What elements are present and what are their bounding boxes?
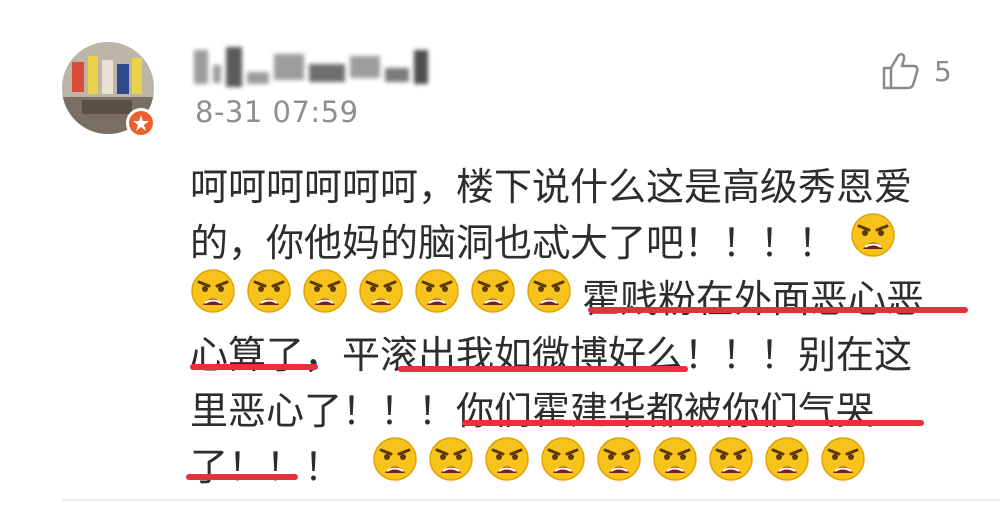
like-button[interactable]: 5 (880, 52, 952, 90)
like-count: 5 (934, 54, 952, 88)
angry-face-icon (246, 268, 292, 323)
highlight-underline (190, 364, 318, 370)
angry-face-icon (764, 436, 810, 491)
angry-face-icon (428, 436, 474, 491)
comment-line: 了！！！ (190, 434, 876, 492)
comment-line: 的，你他妈的脑洞也忒大了吧！！！！ (190, 210, 906, 268)
highlight-underline (588, 307, 968, 313)
angry-face-icon (820, 436, 866, 491)
angry-face-icon (484, 436, 530, 491)
angry-face-icon (540, 436, 586, 491)
angry-face-icon (652, 436, 698, 491)
comment-line: 霍贱粉在外面恶心恶 (190, 266, 924, 324)
username-blurred[interactable] (194, 44, 428, 90)
divider (62, 499, 1000, 501)
angry-face-icon (596, 436, 642, 491)
angry-face-icon (414, 268, 460, 323)
highlight-underline (398, 366, 688, 372)
angry-face-icon (358, 268, 404, 323)
angry-face-icon (470, 268, 516, 323)
angry-face-icon (708, 436, 754, 491)
angry-face-icon (526, 268, 572, 323)
verified-badge-icon (126, 108, 156, 138)
comment-line: 里恶心了！！！你们霍建华都被你们气哭 (190, 388, 875, 433)
comment-timestamp: 8-31 07:59 (195, 95, 359, 129)
highlight-underline (462, 420, 924, 426)
angry-face-icon (190, 268, 236, 323)
angry-face-icon (372, 436, 418, 491)
angry-face-icon (302, 268, 348, 323)
comment-line: 呵呵呵呵呵呵，楼下说什么这是高级秀恩爱 (190, 164, 913, 209)
highlight-underline (186, 474, 298, 480)
thumbs-up-icon (882, 53, 919, 90)
angry-face-icon (850, 212, 896, 267)
